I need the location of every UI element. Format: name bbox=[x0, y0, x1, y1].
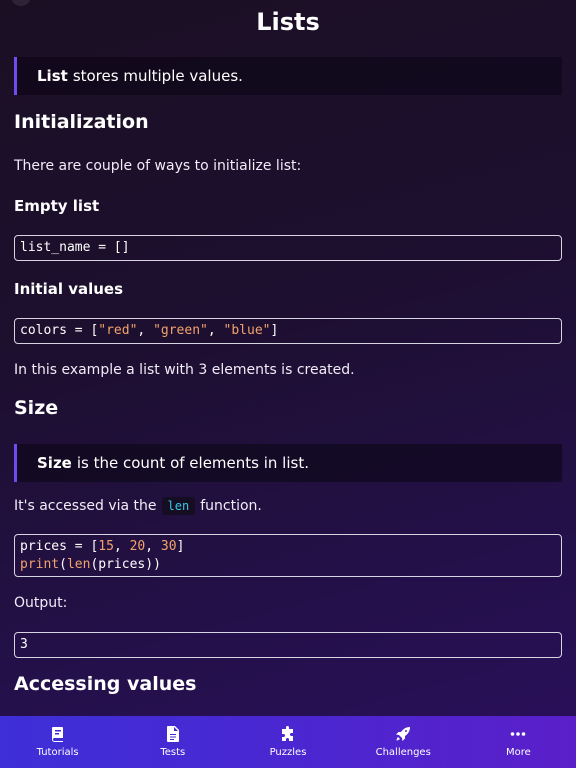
size-note: Size is the count of elements in list. bbox=[14, 444, 562, 482]
main-content[interactable]: Lists List stores multiple values. Initi… bbox=[0, 0, 576, 716]
prices-code[interactable]: prices = [15, 20, 30] print(len(prices)) bbox=[14, 534, 562, 577]
tab-challenges[interactable]: Challenges bbox=[346, 716, 461, 768]
initial-values-heading: Initial values bbox=[14, 280, 124, 298]
output-label: Output: bbox=[14, 595, 68, 611]
tab-label: More bbox=[506, 747, 531, 758]
accessing-values-heading: Accessing values bbox=[14, 673, 197, 695]
empty-list-code[interactable]: list_name = [] bbox=[14, 235, 562, 261]
tab-puzzles[interactable]: Puzzles bbox=[230, 716, 345, 768]
example-text: In this example a list with 3 elements i… bbox=[14, 362, 355, 378]
size-note-text: is the count of elements in list. bbox=[76, 454, 309, 472]
tab-label: Tutorials bbox=[36, 747, 79, 758]
page-title: Lists bbox=[256, 8, 320, 36]
tab-label: Puzzles bbox=[269, 747, 307, 758]
document-icon bbox=[166, 726, 179, 742]
initialization-text: There are couple of ways to initialize l… bbox=[14, 158, 302, 174]
bottom-tab-bar: Tutorials Tests Puzzles Challenges More bbox=[0, 716, 576, 768]
puzzle-icon bbox=[282, 726, 293, 741]
more-icon bbox=[511, 732, 526, 736]
output-code[interactable]: 3 bbox=[14, 632, 562, 658]
size-note-bold: Size bbox=[37, 454, 72, 472]
prices-code-line-1: prices = [15, 20, 30] bbox=[20, 538, 185, 554]
tab-tests[interactable]: Tests bbox=[115, 716, 230, 768]
intro-note: List stores multiple values. bbox=[14, 57, 562, 95]
empty-list-code-line: list_name = [] bbox=[20, 240, 130, 255]
initialization-heading: Initialization bbox=[14, 111, 149, 133]
tab-tutorials[interactable]: Tutorials bbox=[0, 716, 115, 768]
intro-note-text: stores multiple values. bbox=[72, 67, 243, 85]
len-access-text: It's accessed via the len function. bbox=[14, 497, 262, 515]
rocket-icon bbox=[396, 727, 411, 741]
empty-list-heading: Empty list bbox=[14, 197, 100, 215]
output-value: 3 bbox=[20, 637, 28, 652]
intro-note-bold: List bbox=[37, 67, 68, 85]
size-heading: Size bbox=[14, 397, 59, 419]
book-icon bbox=[51, 727, 63, 742]
initial-values-code[interactable]: colors = ["red", "green", "blue"] bbox=[14, 318, 562, 344]
tab-label: Challenges bbox=[375, 747, 431, 758]
prices-code-line-2: print(len(prices)) bbox=[20, 556, 161, 572]
top-corner-decoration bbox=[12, 0, 30, 6]
len-inline-code: len bbox=[161, 497, 196, 515]
initial-values-code-line: colors = ["red", "green", "blue"] bbox=[20, 323, 279, 338]
tab-more[interactable]: More bbox=[461, 716, 576, 768]
tab-label: Tests bbox=[160, 747, 186, 758]
